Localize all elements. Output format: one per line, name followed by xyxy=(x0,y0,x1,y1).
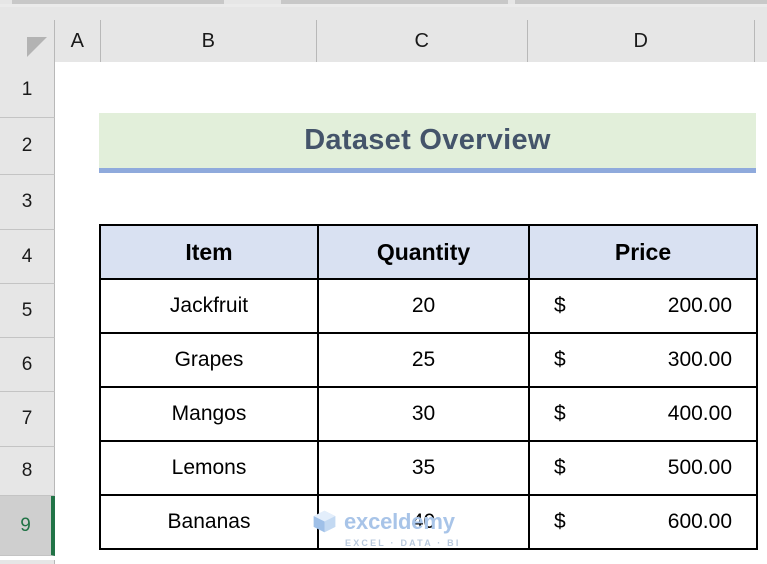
bottom-row-header-sliver xyxy=(0,560,55,564)
row-header-9[interactable]: 9 xyxy=(0,496,55,556)
currency-symbol: $ xyxy=(554,402,566,425)
cell-price[interactable]: $ 400.00 xyxy=(528,386,758,442)
currency-symbol: $ xyxy=(554,456,566,479)
currency-symbol: $ xyxy=(554,294,566,317)
cell-quantity[interactable]: 30 xyxy=(317,386,530,442)
column-header-a[interactable]: A xyxy=(55,20,101,62)
row-header-7[interactable]: 7 xyxy=(0,392,55,447)
column-header-item[interactable]: Item xyxy=(99,224,319,280)
cell-quantity[interactable]: 25 xyxy=(317,332,530,388)
cell-price[interactable]: $ 200.00 xyxy=(528,278,758,334)
excel-worksheet-screenshot: A B C D 1 2 3 4 5 6 7 8 9 Dataset Overvi… xyxy=(0,0,767,564)
cell-price[interactable]: $ 300.00 xyxy=(528,332,758,388)
cell-item[interactable]: Lemons xyxy=(99,440,319,496)
row-header-8[interactable]: 8 xyxy=(0,447,55,496)
row-header-1[interactable]: 1 xyxy=(0,62,55,118)
row-header-6[interactable]: 6 xyxy=(0,338,55,392)
table-row[interactable]: Bananas 40 $ 600.00 xyxy=(99,494,758,550)
row-header-3[interactable]: 3 xyxy=(0,175,55,230)
table-header-row: Item Quantity Price xyxy=(99,224,758,280)
cell-item[interactable]: Jackfruit xyxy=(99,278,319,334)
cell-quantity[interactable]: 20 xyxy=(317,278,530,334)
table-row[interactable]: Jackfruit 20 $ 200.00 xyxy=(99,278,758,334)
price-value: 400.00 xyxy=(667,402,732,425)
table-row[interactable]: Lemons 35 $ 500.00 xyxy=(99,440,758,496)
table-row[interactable]: Grapes 25 $ 300.00 xyxy=(99,332,758,388)
price-value: 300.00 xyxy=(667,348,732,371)
column-header-b[interactable]: B xyxy=(101,20,317,62)
cell-quantity[interactable]: 35 xyxy=(317,440,530,496)
price-value: 500.00 xyxy=(667,456,732,479)
cell-item[interactable]: Grapes xyxy=(99,332,319,388)
row-header-5[interactable]: 5 xyxy=(0,284,55,338)
row-header-2[interactable]: 2 xyxy=(0,118,55,175)
column-header-d[interactable]: D xyxy=(528,20,755,62)
page-title: Dataset Overview xyxy=(304,124,551,156)
currency-symbol: $ xyxy=(554,348,566,371)
column-header-e[interactable] xyxy=(755,20,767,62)
ribbon-underline xyxy=(0,4,767,7)
price-value: 600.00 xyxy=(667,510,732,533)
cell-item[interactable]: Bananas xyxy=(99,494,319,550)
currency-symbol: $ xyxy=(554,510,566,533)
column-header-quantity[interactable]: Quantity xyxy=(317,224,530,280)
ribbon-strip xyxy=(0,0,767,20)
bottom-edge xyxy=(0,560,767,564)
dataset-title-banner[interactable]: Dataset Overview xyxy=(99,113,756,173)
table-row[interactable]: Mangos 30 $ 400.00 xyxy=(99,386,758,442)
price-value: 200.00 xyxy=(667,294,732,317)
cell-quantity[interactable]: 40 xyxy=(317,494,530,550)
select-all-corner[interactable] xyxy=(0,20,55,62)
dataset-table[interactable]: Item Quantity Price Jackfruit 20 $ 200.0… xyxy=(99,224,758,550)
cell-price[interactable]: $ 600.00 xyxy=(528,494,758,550)
column-header-c[interactable]: C xyxy=(317,20,528,62)
row-header-4[interactable]: 4 xyxy=(0,230,55,284)
column-header-price[interactable]: Price xyxy=(528,224,758,280)
cell-item[interactable]: Mangos xyxy=(99,386,319,442)
select-all-triangle-icon xyxy=(27,37,47,57)
cell-price[interactable]: $ 500.00 xyxy=(528,440,758,496)
